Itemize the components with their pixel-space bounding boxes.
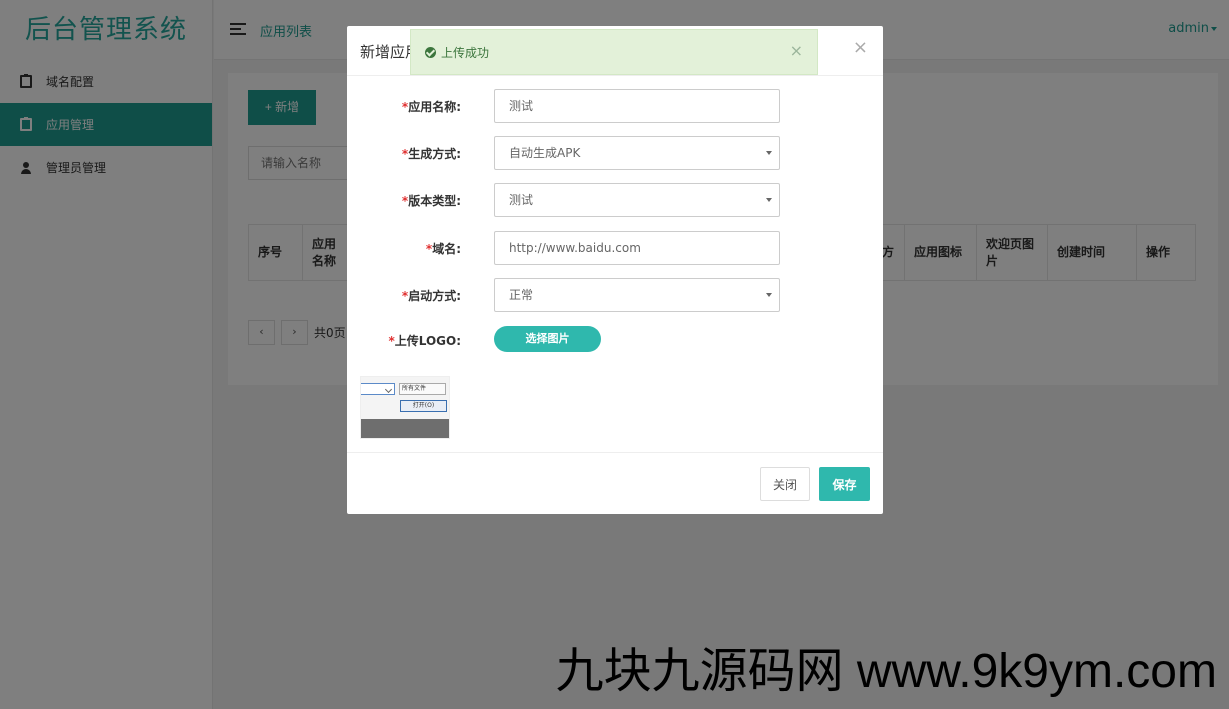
form-row-launch-mode: *启动方式: 正常 [347,278,883,312]
choose-image-button[interactable]: 选择图片 [494,326,601,352]
field-label: *域名: [425,242,461,256]
field-label: *启动方式: [401,289,461,303]
check-circle-icon [425,47,436,58]
preview-dropdown [361,383,395,395]
form-row-build-mode: *生成方式: 自动生成APK [347,136,883,170]
dropdown-arrow-icon [766,151,772,155]
close-button[interactable]: 关闭 [760,467,810,501]
form-row-app-name: *应用名称: 测试 [347,89,883,123]
domain-input[interactable]: http://www.baidu.com [494,231,780,265]
build-mode-select[interactable]: 自动生成APK [494,136,780,170]
preview-bar [361,419,449,438]
select-value: 测试 [509,193,534,207]
dropdown-arrow-icon [766,293,772,297]
watermark: 九块九源码网 www.9k9ym.com [555,645,1217,698]
form-row-domain: *域名: http://www.baidu.com [347,231,883,265]
launch-mode-select[interactable]: 正常 [494,278,780,312]
version-type-select[interactable]: 测试 [494,183,780,217]
field-label: *生成方式: [401,147,461,161]
field-label: *上传LOGO: [388,334,461,348]
close-icon[interactable]: × [853,39,868,57]
app-name-input[interactable]: 测试 [494,89,780,123]
preview-filter-text: 所有文件 [399,383,446,395]
toast-message: 上传成功 [441,46,490,60]
toast-close-icon[interactable]: × [790,43,803,59]
add-app-modal: 新增应用 × *应用名称: 测试 *生成方式: 自动生成APK *版本类型: 测… [347,26,883,514]
success-toast: 上传成功 × [410,29,818,75]
field-label: *版本类型: [401,194,461,208]
dropdown-arrow-icon [766,198,772,202]
modal-footer: 关闭 保存 [347,452,883,514]
save-button[interactable]: 保存 [819,467,870,501]
form-row-logo: *上传LOGO: 选择图片 [347,326,883,360]
preview-open-button: 打开(O) [400,400,447,412]
select-value: 自动生成APK [509,146,581,160]
field-label: *应用名称: [401,100,461,114]
logo-preview: 所有文件 打开(O) [360,376,450,439]
select-value: 正常 [509,288,534,302]
form-row-version-type: *版本类型: 测试 [347,183,883,217]
